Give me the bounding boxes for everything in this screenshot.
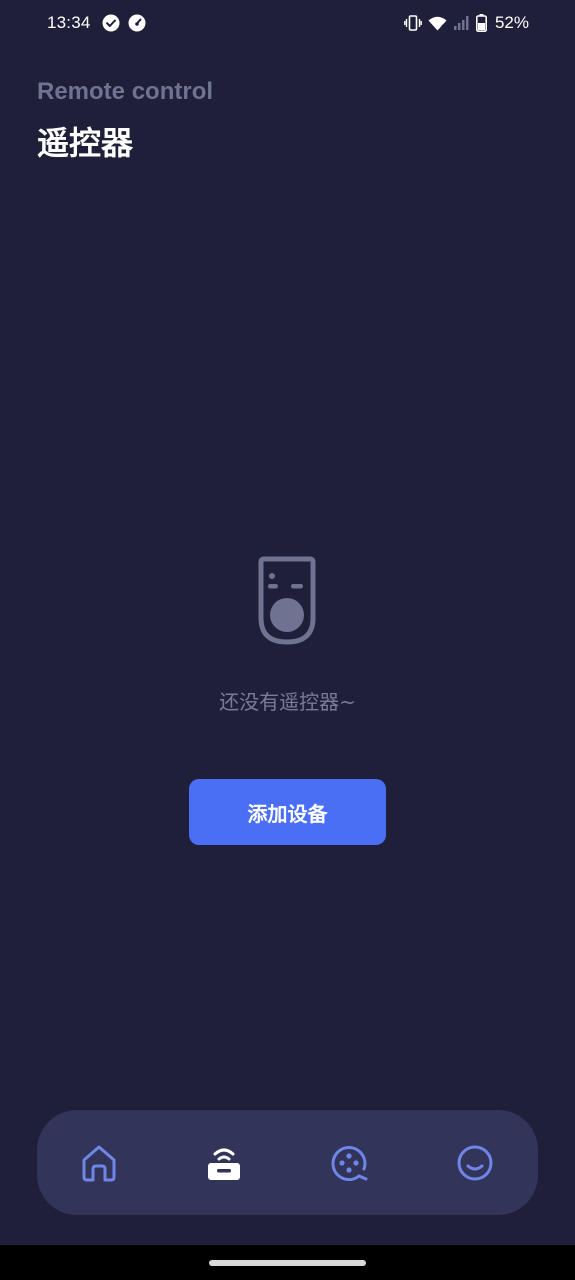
status-bar: 13:34 52% <box>0 0 575 48</box>
nav-home[interactable] <box>76 1140 122 1186</box>
empty-state-message: 还没有遥控器~ <box>219 690 356 714</box>
home-icon <box>82 1145 116 1182</box>
status-system-icons: 52% <box>404 13 529 33</box>
smile-face-icon <box>457 1145 493 1181</box>
remote-icon <box>208 1148 240 1180</box>
add-device-button[interactable]: 添加设备 <box>189 779 386 845</box>
wifi-icon <box>428 16 447 31</box>
status-time: 13:34 <box>47 13 91 32</box>
nav-remote[interactable] <box>201 1140 247 1186</box>
nav-profile[interactable] <box>452 1140 498 1186</box>
nav-film[interactable] <box>326 1140 372 1186</box>
vibrate-icon <box>404 15 422 31</box>
signal-icon <box>453 16 469 30</box>
page-title: 遥控器 <box>37 124 134 162</box>
remote-control-icon <box>258 556 316 645</box>
speedometer-icon <box>128 14 146 32</box>
remote-control-screen: 13:34 52% Remote control 遥控器 还没有遥控器~ 添加设… <box>0 0 575 1280</box>
film-reel-icon <box>331 1146 368 1182</box>
bottom-navigation <box>37 1110 538 1215</box>
status-notification-icons <box>102 14 146 32</box>
page-subtitle: Remote control <box>37 78 214 105</box>
check-circle-icon <box>102 14 120 32</box>
home-gesture-handle[interactable] <box>209 1260 366 1266</box>
battery-percentage: 52% <box>494 13 529 32</box>
battery-icon <box>475 14 487 32</box>
system-navigation-bar <box>0 1245 575 1280</box>
